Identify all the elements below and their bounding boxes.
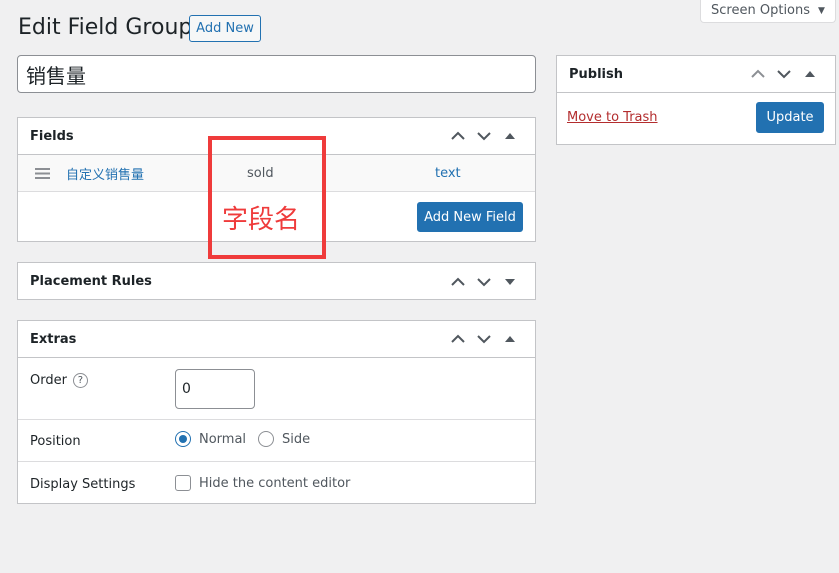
move-down-icon[interactable] [471, 269, 497, 295]
add-new-button[interactable]: Add New [189, 15, 261, 42]
position-row: Position Normal Side [18, 420, 535, 462]
move-up-icon[interactable] [445, 123, 471, 149]
field-label-link[interactable]: 自定义销售量 [66, 164, 144, 183]
annotation-text: 字段名 [222, 205, 301, 235]
annotation-highlight-box [208, 136, 326, 259]
collapse-triangle-up-icon[interactable] [497, 123, 523, 149]
position-side-option[interactable]: Side [258, 431, 310, 447]
publish-title: Publish [569, 66, 623, 82]
display-settings-row: Display Settings Hide the content editor [18, 462, 535, 504]
fields-postbox-controls [445, 123, 523, 149]
placement-rules-header[interactable]: Placement Rules [18, 263, 535, 300]
help-icon[interactable]: ? [72, 373, 88, 388]
hide-editor-checkbox[interactable] [175, 475, 191, 491]
add-new-field-button[interactable]: Add New Field [417, 202, 523, 232]
fields-postbox-title: Fields [30, 128, 74, 144]
field-type-link[interactable]: text [435, 166, 461, 181]
page-title: Edit Field Group [18, 15, 193, 40]
move-down-icon[interactable] [471, 326, 497, 352]
display-settings-label: Display Settings [30, 477, 136, 492]
position-side-radio[interactable] [258, 431, 274, 447]
move-down-icon[interactable] [771, 61, 797, 87]
placement-rules-postbox: Placement Rules [17, 262, 536, 300]
screen-options-toggle[interactable]: Screen Options ▼ [700, 0, 836, 23]
extras-controls [445, 326, 523, 352]
hide-editor-label: Hide the content editor [199, 475, 351, 491]
extras-header: Extras [18, 321, 535, 358]
publish-controls [745, 61, 823, 87]
field-group-title-input[interactable] [17, 55, 536, 93]
move-down-icon[interactable] [471, 123, 497, 149]
update-button[interactable]: Update [756, 102, 824, 133]
drag-handle-icon[interactable] [35, 168, 50, 183]
position-normal-radio[interactable] [175, 431, 191, 447]
publish-header: Publish [557, 56, 835, 93]
order-row: Order? [18, 358, 535, 420]
position-normal-label: Normal [199, 431, 247, 447]
hide-editor-option[interactable]: Hide the content editor [175, 475, 350, 491]
move-up-icon[interactable] [745, 61, 771, 87]
expand-triangle-down-icon[interactable] [497, 269, 523, 295]
order-label-text: Order [30, 373, 67, 388]
extras-postbox: Extras Order? Position Normal Side [17, 320, 536, 504]
order-label: Order? [30, 373, 88, 388]
collapse-triangle-up-icon[interactable] [797, 61, 823, 87]
publish-postbox: Publish Move to Trash Update [556, 55, 836, 145]
publish-actions: Move to Trash Update [557, 93, 835, 143]
order-input[interactable] [175, 369, 255, 409]
move-to-trash-link[interactable]: Move to Trash [567, 110, 658, 125]
move-up-icon[interactable] [445, 269, 471, 295]
placement-rules-title: Placement Rules [30, 274, 152, 289]
caret-down-icon: ▼ [818, 5, 825, 16]
collapse-triangle-up-icon[interactable] [497, 326, 523, 352]
placement-rules-controls [445, 269, 523, 295]
move-up-icon[interactable] [445, 326, 471, 352]
position-side-label: Side [282, 431, 311, 447]
extras-title: Extras [30, 331, 77, 347]
position-normal-option[interactable]: Normal [175, 431, 246, 447]
screen-options-label: Screen Options [711, 3, 811, 18]
position-label: Position [30, 434, 81, 449]
